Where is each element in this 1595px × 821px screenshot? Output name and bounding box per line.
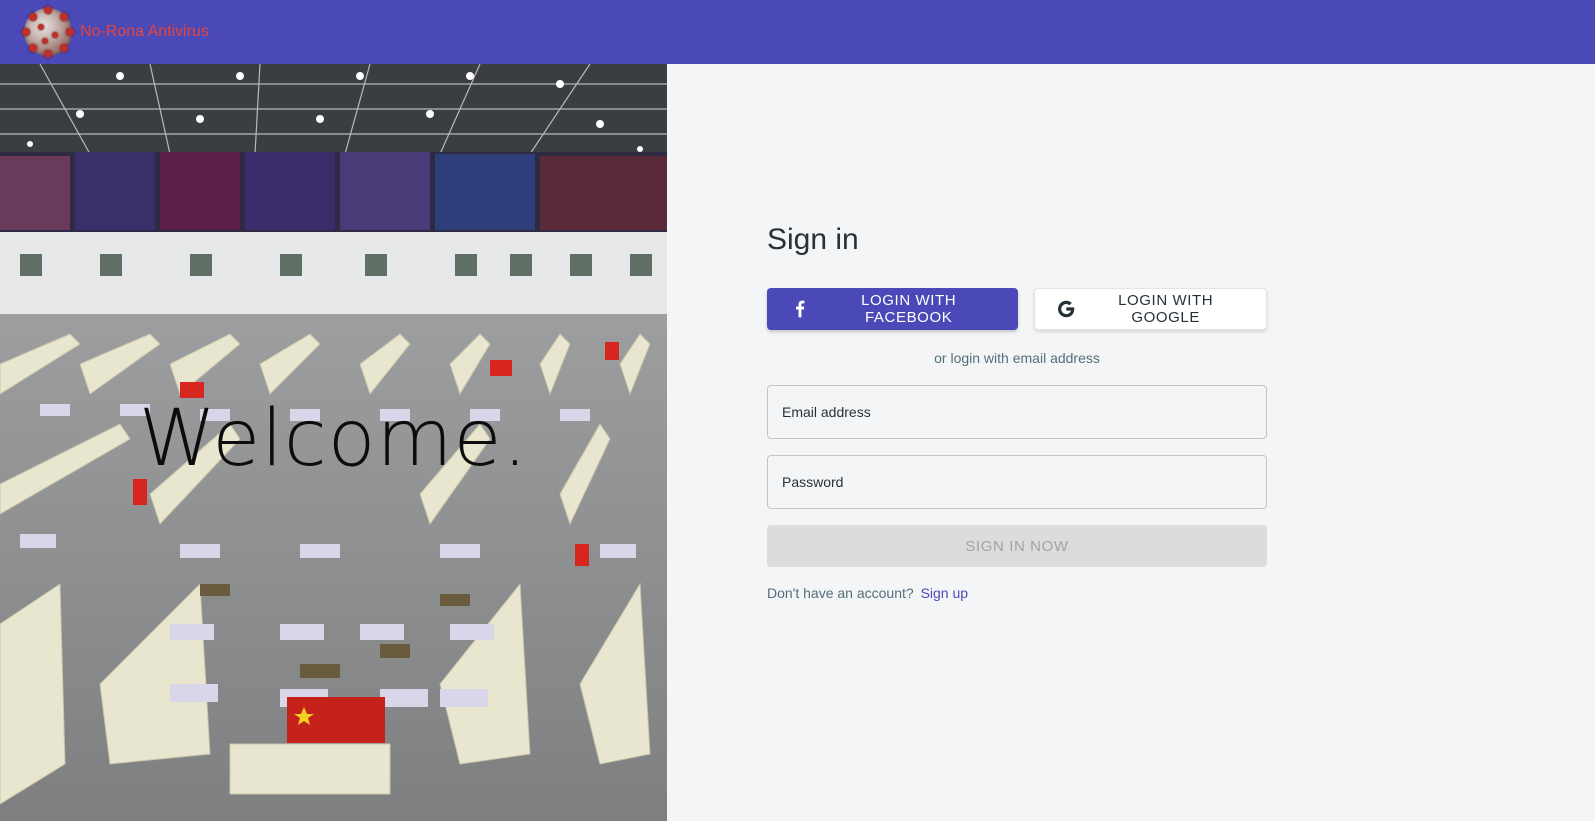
facebook-icon — [796, 300, 805, 318]
brand-name[interactable]: No-Rona Antivirus — [80, 23, 209, 41]
sign-in-title: Sign in — [767, 223, 859, 256]
google-icon — [1057, 300, 1075, 318]
sign-in-now-button[interactable]: SIGN IN NOW — [767, 525, 1267, 567]
email-field[interactable] — [767, 385, 1267, 439]
social-login-row: LOGIN WITH FACEBOOK LOGIN WITH GOOGLE — [767, 288, 1267, 330]
virus-logo-icon[interactable] — [22, 6, 74, 58]
signup-prompt: Don't have an account? Sign up — [767, 585, 1267, 601]
login-with-google-button[interactable]: LOGIN WITH GOOGLE — [1033, 288, 1267, 330]
google-button-label: LOGIN WITH GOOGLE — [1118, 292, 1214, 326]
login-with-facebook-button[interactable]: LOGIN WITH FACEBOOK — [767, 288, 1018, 330]
or-email-divider-text: or login with email address — [934, 350, 1100, 366]
sign-up-link[interactable]: Sign up — [921, 585, 968, 601]
facebook-button-label: LOGIN WITH FACEBOOK — [861, 292, 957, 326]
sign-in-form: Sign in LOGIN WITH FACEBOOK LOGIN WITH G… — [767, 218, 1267, 601]
no-account-text: Don't have an account? — [767, 585, 914, 601]
hero-image: Welcome. — [0, 64, 667, 821]
welcome-heading: Welcome. — [138, 394, 529, 484]
password-field[interactable] — [767, 455, 1267, 509]
top-app-bar: No-Rona Antivirus — [0, 0, 1595, 64]
